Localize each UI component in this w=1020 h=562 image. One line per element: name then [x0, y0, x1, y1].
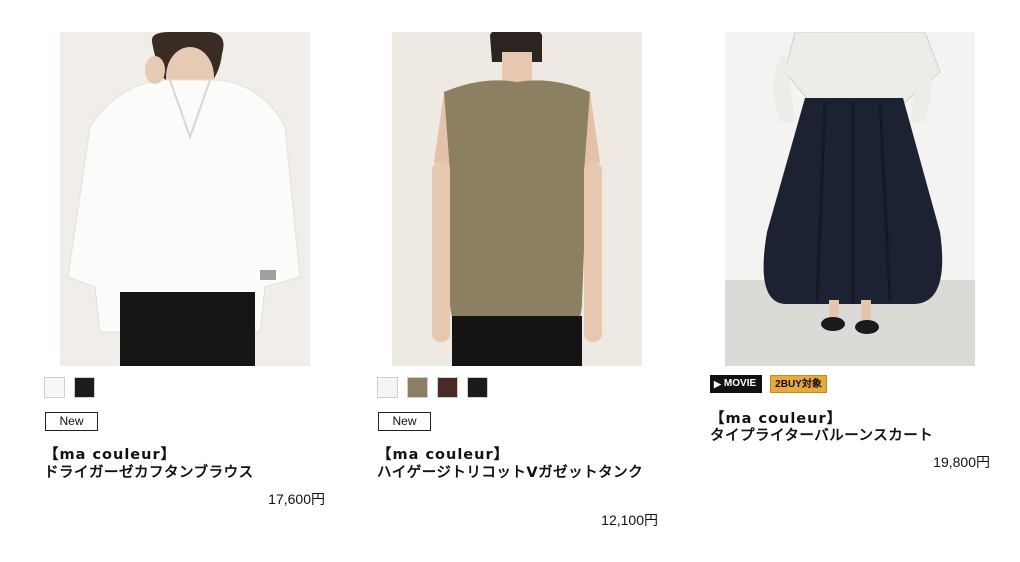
movie-button[interactable]: ▶ MOVIE [710, 375, 763, 393]
2buy-badge: 2BUY対象 [770, 375, 827, 393]
product-brand[interactable]: 【ma couleur】 [44, 443, 176, 464]
color-swatch-black[interactable] [74, 377, 95, 398]
product-brand[interactable]: 【ma couleur】 [710, 407, 842, 428]
play-icon: ▶ [714, 379, 721, 389]
color-swatches [377, 377, 488, 398]
color-swatch-white[interactable] [44, 377, 65, 398]
product-price: 17,600円 [268, 491, 325, 507]
new-badge: New [378, 412, 431, 431]
color-swatch-brown[interactable] [437, 377, 458, 398]
product-name[interactable]: ハイゲージトリコットVガゼットタンク [377, 463, 663, 484]
product-tags: ▶ MOVIE 2BUY対象 [710, 375, 827, 393]
product-price: 19,800円 [933, 454, 990, 470]
product-brand[interactable]: 【ma couleur】 [377, 443, 509, 464]
new-badge: New [45, 412, 98, 431]
product-name[interactable]: タイプライターバルーンスカート [710, 426, 1000, 447]
product-image[interactable] [60, 32, 310, 366]
color-swatch-khaki[interactable] [407, 377, 428, 398]
product-price: 12,100円 [601, 512, 658, 528]
color-swatches [44, 377, 95, 398]
color-swatch-black[interactable] [467, 377, 488, 398]
color-swatch-white[interactable] [377, 377, 398, 398]
movie-label: MOVIE [723, 378, 757, 389]
product-image[interactable] [725, 32, 975, 366]
product-name[interactable]: ドライガーゼカフタンブラウス [44, 463, 330, 484]
product-image[interactable] [392, 32, 642, 366]
